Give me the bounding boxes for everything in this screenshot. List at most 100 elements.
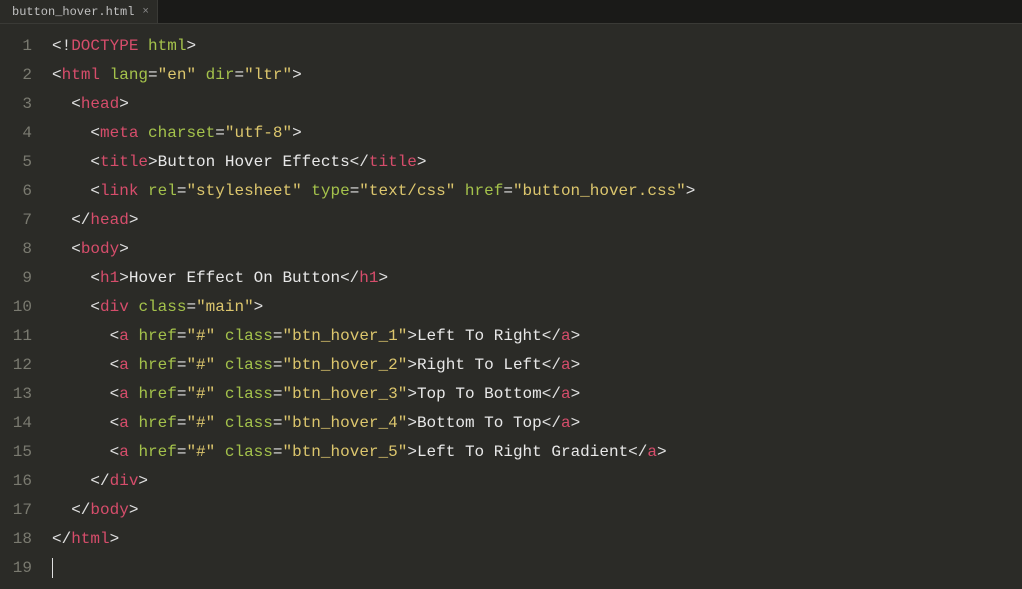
syntax-token [129, 443, 139, 461]
syntax-token: a [647, 443, 657, 461]
syntax-token [302, 182, 312, 200]
syntax-token [215, 414, 225, 432]
syntax-token: "btn_hover_3" [283, 385, 408, 403]
syntax-token: "#" [186, 414, 215, 432]
syntax-token: < [52, 269, 100, 287]
syntax-token: > [407, 414, 417, 432]
syntax-token: "#" [186, 443, 215, 461]
line-number: 19 [10, 554, 32, 583]
line-number: 12 [10, 351, 32, 380]
syntax-token: dir [206, 66, 235, 84]
tab-filename: button_hover.html [12, 5, 134, 19]
syntax-token: a [119, 414, 129, 432]
syntax-token: html [62, 66, 100, 84]
syntax-token: "stylesheet" [186, 182, 301, 200]
code-line: </div> [52, 467, 1022, 496]
code-line: <body> [52, 235, 1022, 264]
syntax-token: > [110, 530, 120, 548]
syntax-token: div [110, 472, 139, 490]
syntax-token: href [138, 356, 176, 374]
code-line: <a href="#" class="btn_hover_4">Bottom T… [52, 409, 1022, 438]
code-line [52, 554, 1022, 583]
code-line: <a href="#" class="btn_hover_1">Left To … [52, 322, 1022, 351]
code-line: <link rel="stylesheet" type="text/css" h… [52, 177, 1022, 206]
syntax-token [215, 356, 225, 374]
syntax-token: type [311, 182, 349, 200]
line-number: 14 [10, 409, 32, 438]
syntax-token: = [273, 414, 283, 432]
syntax-token: = [234, 66, 244, 84]
syntax-token: lang [110, 66, 148, 84]
syntax-token: a [561, 327, 571, 345]
syntax-token: </ [52, 501, 90, 519]
line-number: 18 [10, 525, 32, 554]
syntax-token: Button Hover Effects [158, 153, 350, 171]
syntax-token: a [119, 385, 129, 403]
syntax-token: Left To Right [417, 327, 542, 345]
code-line: <a href="#" class="btn_hover_3">Top To B… [52, 380, 1022, 409]
syntax-token [138, 37, 148, 55]
line-number-gutter: 12345678910111213141516171819 [0, 24, 44, 589]
syntax-token: = [177, 182, 187, 200]
syntax-token: rel [148, 182, 177, 200]
syntax-token: < [52, 240, 81, 258]
syntax-token: = [215, 124, 225, 142]
syntax-token: = [350, 182, 360, 200]
syntax-token: > [186, 37, 196, 55]
syntax-token: "main" [196, 298, 254, 316]
line-number: 17 [10, 496, 32, 525]
syntax-token: "utf-8" [225, 124, 292, 142]
syntax-token: class [225, 327, 273, 345]
syntax-token: </ [340, 269, 359, 287]
line-number: 7 [10, 206, 32, 235]
syntax-token: > [138, 472, 148, 490]
syntax-token: Top To Bottom [417, 385, 542, 403]
syntax-token: Hover Effect On Button [129, 269, 340, 287]
code-line: <!DOCTYPE html> [52, 32, 1022, 61]
syntax-token: > [407, 356, 417, 374]
syntax-token: > [407, 443, 417, 461]
syntax-token [215, 385, 225, 403]
editor-tab[interactable]: button_hover.html × [0, 0, 158, 23]
syntax-token [215, 327, 225, 345]
syntax-token: "btn_hover_1" [283, 327, 408, 345]
code-line: </body> [52, 496, 1022, 525]
line-number: 5 [10, 148, 32, 177]
syntax-token: h1 [359, 269, 378, 287]
syntax-token: </ [52, 530, 71, 548]
code-line: <h1>Hover Effect On Button</h1> [52, 264, 1022, 293]
line-number: 8 [10, 235, 32, 264]
line-number: 15 [10, 438, 32, 467]
syntax-token: > [407, 327, 417, 345]
syntax-token [138, 124, 148, 142]
syntax-token [129, 385, 139, 403]
syntax-token: class [138, 298, 186, 316]
syntax-token: </ [350, 153, 369, 171]
syntax-token: class [225, 414, 273, 432]
syntax-token: class [225, 385, 273, 403]
line-number: 9 [10, 264, 32, 293]
syntax-token: > [292, 66, 302, 84]
syntax-token: = [148, 66, 158, 84]
syntax-token: link [100, 182, 138, 200]
syntax-token: > [571, 356, 581, 374]
syntax-token: < [52, 66, 62, 84]
syntax-token: "en" [158, 66, 196, 84]
line-number: 1 [10, 32, 32, 61]
code-line: <head> [52, 90, 1022, 119]
code-line: </head> [52, 206, 1022, 235]
close-icon[interactable]: × [142, 6, 149, 18]
syntax-token: meta [100, 124, 138, 142]
syntax-token: <! [52, 37, 71, 55]
syntax-token: Bottom To Top [417, 414, 542, 432]
syntax-token: > [571, 385, 581, 403]
syntax-token: = [177, 385, 187, 403]
syntax-token: < [52, 182, 100, 200]
syntax-token [100, 66, 110, 84]
syntax-token: > [657, 443, 667, 461]
code-area[interactable]: <!DOCTYPE html><html lang="en" dir="ltr"… [44, 24, 1022, 589]
syntax-token: charset [148, 124, 215, 142]
syntax-token: "button_hover.css" [513, 182, 686, 200]
syntax-token: body [90, 501, 128, 519]
line-number: 13 [10, 380, 32, 409]
